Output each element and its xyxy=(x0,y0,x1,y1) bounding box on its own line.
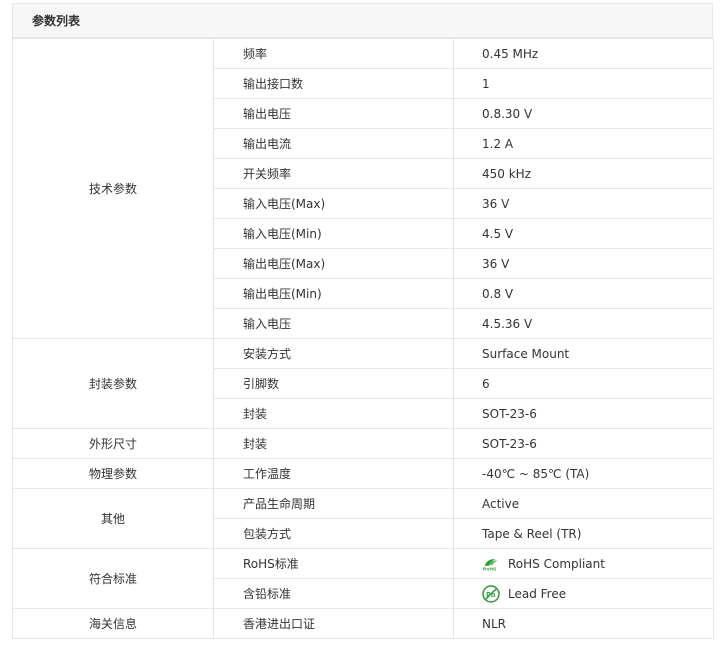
category-cell: 封装参数 xyxy=(12,338,214,429)
parameter-name: 产品生命周期 xyxy=(213,488,454,519)
parameter-value-cell: -40℃ ~ 85℃ (TA) xyxy=(453,458,714,489)
parameter-value-cell: 0.45 MHz xyxy=(453,38,714,69)
table-row: 外形尺寸 封装 SOT-23-6 xyxy=(12,428,714,459)
parameter-value-cell: 450 kHz xyxy=(453,158,714,189)
lead-free-icon: Pb xyxy=(482,584,500,603)
table-row: 符合标准 RoHS标准 RoHS RoHS Compliant xyxy=(12,548,714,609)
parameter-name: RoHS标准 xyxy=(213,548,454,579)
parameter-value-cell: 1.2 A xyxy=(453,128,714,159)
parameter-panel: 参数列表 技术参数 频率 0.45 MHz 输出接口数 1 输出电压 0.8.30 V 输出电… xyxy=(12,3,714,639)
category-cell: 外形尺寸 xyxy=(12,428,214,459)
parameter-name: 输入电压(Max) xyxy=(213,188,454,219)
parameter-name: 封装 xyxy=(213,428,454,459)
category-cell: 技术参数 xyxy=(12,38,214,339)
value-with-icon: RoHS RoHS Compliant xyxy=(482,555,713,573)
category-cell: 其他 xyxy=(12,488,214,549)
parameter-value-cell: 4.5.36 V xyxy=(453,308,714,339)
parameter-name: 输出电压 xyxy=(213,98,454,129)
parameter-value-cell: Tape & Reel (TR) xyxy=(453,518,714,549)
parameter-name: 含铅标准 xyxy=(213,578,454,609)
table-row: 封装参数 安装方式 Surface Mount xyxy=(12,338,714,429)
parameter-name: 输出电压(Min) xyxy=(213,278,454,309)
parameter-value-cell: NLR xyxy=(453,608,714,639)
rohs-icon: RoHS xyxy=(482,555,500,573)
parameter-value-cell: 1 xyxy=(453,68,714,99)
parameter-name: 输出电流 xyxy=(213,128,454,159)
parameter-value: Lead Free xyxy=(508,586,567,601)
parameter-name: 频率 xyxy=(213,38,454,69)
category-cell: 海关信息 xyxy=(12,608,214,639)
parameter-name: 包装方式 xyxy=(213,518,454,549)
parameter-name: 输入电压(Min) xyxy=(213,218,454,249)
parameter-name: 封装 xyxy=(213,398,454,429)
parameter-value-cell: Surface Mount xyxy=(453,338,714,369)
parameter-value-cell: Active xyxy=(453,488,714,519)
category-cell: 符合标准 xyxy=(12,548,214,609)
parameter-value-cell: RoHS RoHS Compliant xyxy=(453,548,714,579)
parameter-value: RoHS Compliant xyxy=(508,556,605,571)
parameter-name: 香港进出口证 xyxy=(213,608,454,639)
category-cell: 物理参数 xyxy=(12,458,214,489)
parameter-value-cell: 4.5 V xyxy=(453,218,714,249)
parameter-table: 技术参数 频率 0.45 MHz 输出接口数 1 输出电压 0.8.30 V 输出电流 1.2 … xyxy=(12,38,714,639)
parameter-value-cell: 6 xyxy=(453,368,714,399)
parameter-name: 安装方式 xyxy=(213,338,454,369)
value-with-icon: Pb Lead Free xyxy=(482,584,713,603)
table-row: 物理参数 工作温度 -40℃ ~ 85℃ (TA) xyxy=(12,458,714,489)
parameter-name: 工作温度 xyxy=(213,458,454,489)
parameter-name: 引脚数 xyxy=(213,368,454,399)
table-row: 其他 产品生命周期 Active xyxy=(12,488,714,549)
parameter-name: 输入电压 xyxy=(213,308,454,339)
parameter-value-cell: Pb Lead Free xyxy=(453,578,714,609)
parameter-name: 输出接口数 xyxy=(213,68,454,99)
table-row: 技术参数 频率 0.45 MHz xyxy=(12,38,714,339)
table-row: 海关信息 香港进出口证 NLR xyxy=(12,608,714,639)
parameter-value-cell: SOT-23-6 xyxy=(453,398,714,429)
parameter-value-cell: SOT-23-6 xyxy=(453,428,714,459)
parameter-value-cell: 36 V xyxy=(453,248,714,279)
parameter-value-cell: 0.8 V xyxy=(453,278,714,309)
svg-text:RoHS: RoHS xyxy=(483,566,497,571)
parameter-name: 开关频率 xyxy=(213,158,454,189)
parameter-value-cell: 36 V xyxy=(453,188,714,219)
panel-title: 参数列表 xyxy=(12,3,713,38)
parameter-name: 输出电压(Max) xyxy=(213,248,454,279)
parameter-value-cell: 0.8.30 V xyxy=(453,98,714,129)
